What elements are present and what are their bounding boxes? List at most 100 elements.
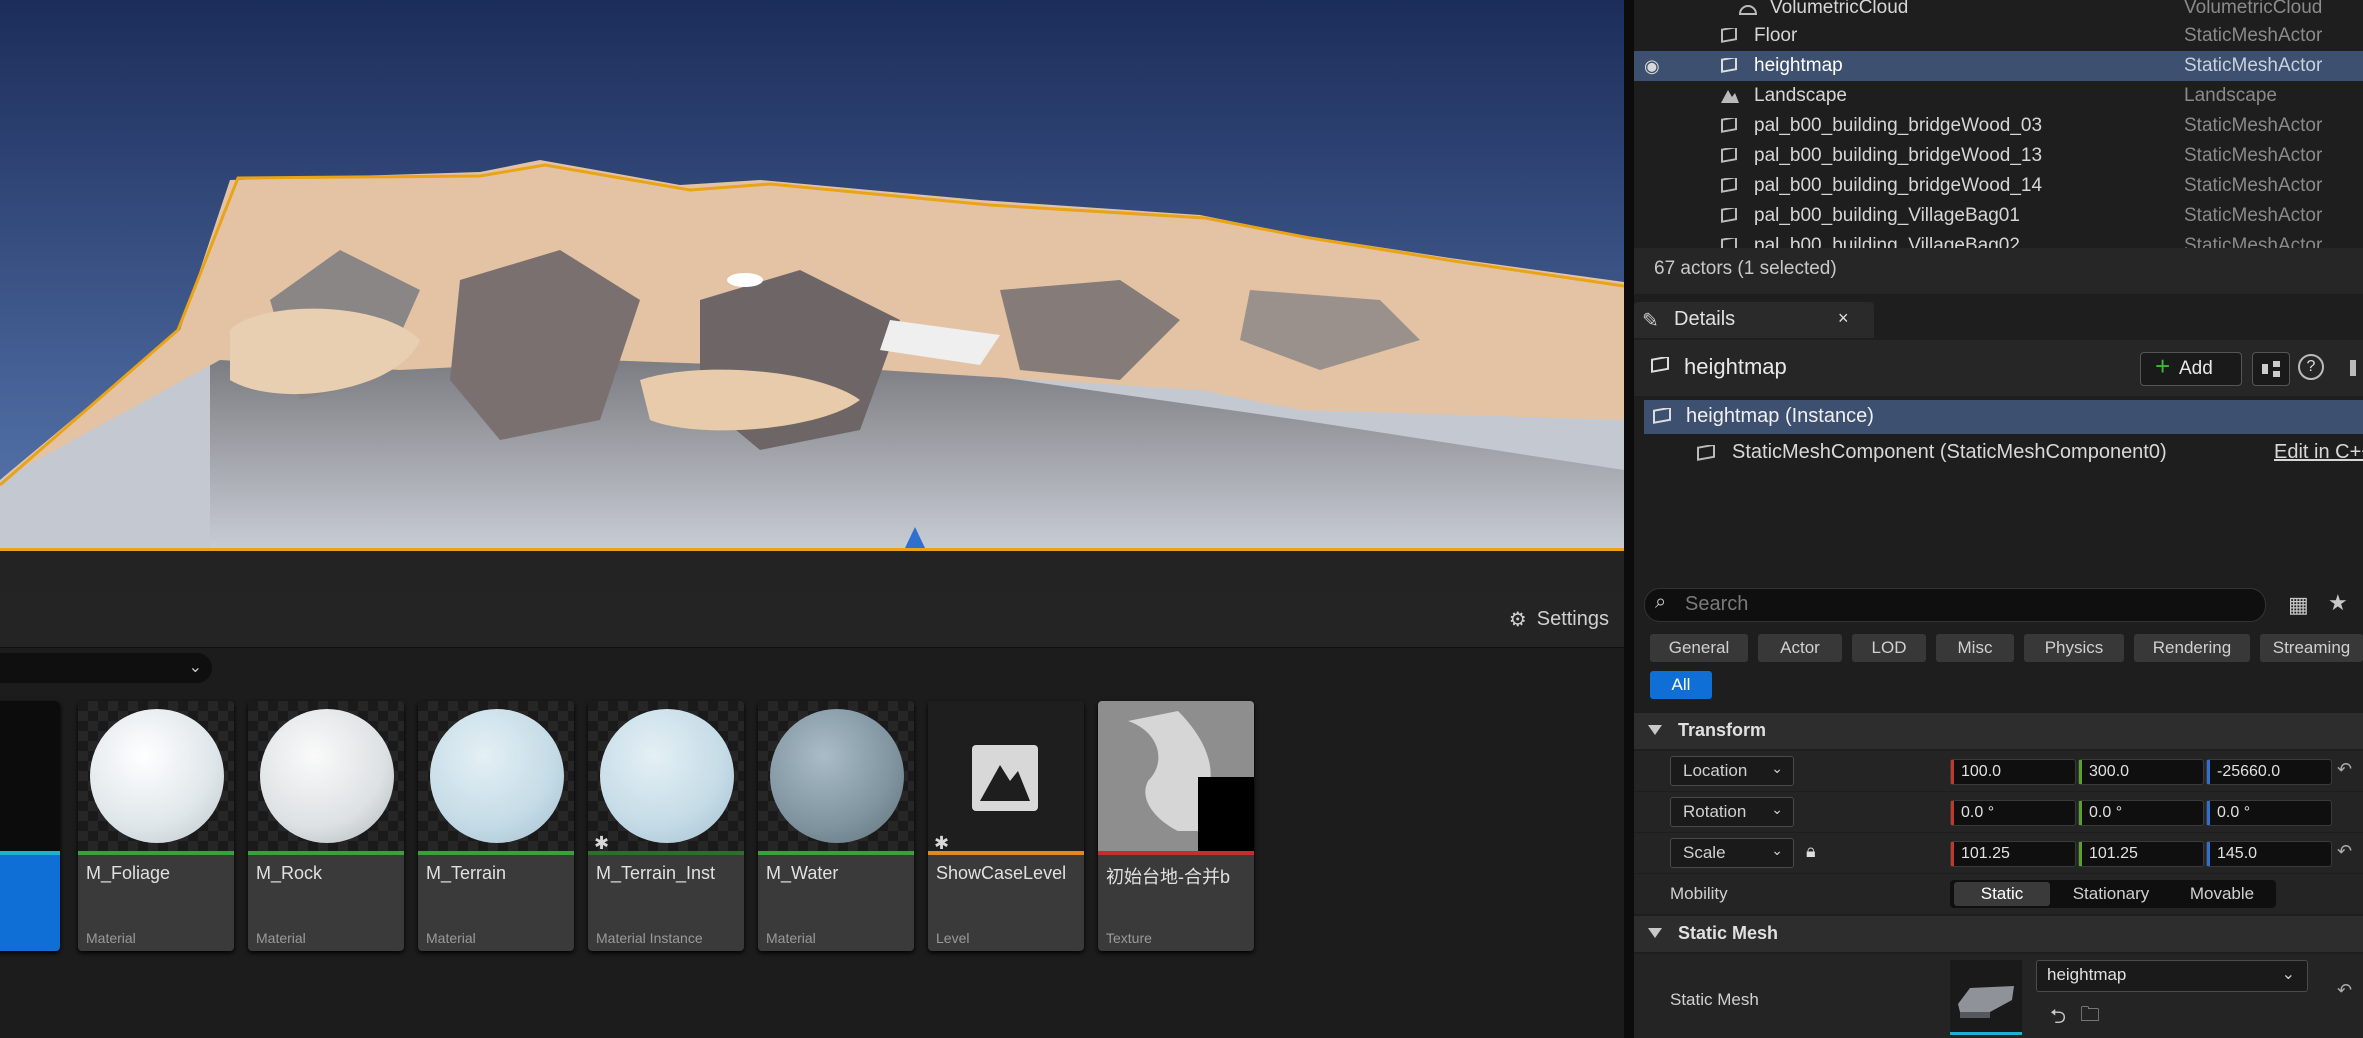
- asset-thumbnail: [0, 701, 60, 851]
- asset-type-bar: [78, 851, 234, 855]
- static-mesh-row: Static Mesh heightmap ⌄ ⮌ 🗀︎ ↶: [1634, 954, 2363, 1038]
- outliner-row[interactable]: Floor StaticMeshActor: [1634, 21, 2363, 51]
- terrain-render: [0, 0, 1624, 548]
- content-browser-toolbar: ⚙ Settings: [0, 591, 1624, 648]
- details-tab-title: Details: [1674, 308, 1736, 330]
- material-sphere: [260, 709, 394, 843]
- asset-tile[interactable]: M_Foliage Material: [78, 701, 234, 951]
- scale-x-field[interactable]: 101.25: [1950, 841, 2076, 867]
- chevron-down-icon: ⌄: [2281, 966, 2295, 983]
- static-mesh-section-header[interactable]: Static Mesh: [1634, 916, 2363, 952]
- asset-name: M_Water: [766, 863, 839, 883]
- outliner-row[interactable]: VolumetricCloud VolumetricCloud: [1634, 0, 2363, 23]
- asset-tile[interactable]: M_Rock Material: [248, 701, 404, 951]
- static-mesh-thumbnail[interactable]: [1950, 960, 2022, 1035]
- scale-z-field[interactable]: 145.0: [2206, 841, 2332, 867]
- details-tab[interactable]: ✎ Details ×: [1634, 302, 1874, 338]
- x-axis-marker: [1951, 760, 1954, 784]
- asset-type-bar: [248, 851, 404, 855]
- asset-name: M_Terrain: [426, 863, 507, 883]
- path-dropdown[interactable]: ⌄: [0, 653, 212, 683]
- outliner-row-type: StaticMeshActor: [2184, 55, 2323, 76]
- rotation-x-field[interactable]: 0.0 °: [1950, 800, 2076, 826]
- mobility-static-button[interactable]: Static: [1954, 882, 2050, 906]
- static-mesh-dropdown[interactable]: heightmap ⌄: [2036, 960, 2308, 992]
- mobility-movable-button[interactable]: Movable: [2172, 882, 2272, 906]
- table-view-icon[interactable]: ▦: [2288, 592, 2309, 618]
- filter-chip-actor[interactable]: Actor: [1758, 634, 1842, 662]
- asset-type: Material Instance: [596, 930, 703, 946]
- outliner-row[interactable]: Landscape Landscape: [1634, 81, 2363, 111]
- transform-section-header[interactable]: Transform: [1634, 713, 2363, 749]
- panel-splitter[interactable]: [1624, 0, 1634, 1038]
- outliner-row[interactable]: pal_b00_building_VillageBag02 StaticMesh…: [1634, 231, 2363, 248]
- filter-chip-rendering[interactable]: Rendering: [2134, 634, 2250, 662]
- visibility-eye-icon[interactable]: ◉: [1644, 56, 1660, 77]
- scale-dropdown[interactable]: Scale ⌄: [1670, 838, 1794, 868]
- component-root-row[interactable]: heightmap (Instance): [1644, 400, 2363, 434]
- mobility-stationary-button[interactable]: Stationary: [2054, 882, 2168, 906]
- scale-x-value: 101.25: [1961, 845, 2010, 862]
- location-x-field[interactable]: 100.0: [1950, 759, 2076, 785]
- level-viewport[interactable]: [0, 0, 1624, 551]
- reset-icon[interactable]: ↶: [2337, 841, 2352, 862]
- location-row: Location ⌄ 100.0 300.0 -25660.0 ↶: [1634, 751, 2363, 791]
- rotation-z-field[interactable]: 0.0 °: [2206, 800, 2332, 826]
- x-axis-marker: [1951, 842, 1954, 866]
- rotation-y-field[interactable]: 0.0 °: [2078, 800, 2204, 826]
- outliner-row-label: pal_b00_building_bridgeWood_13: [1754, 145, 2043, 166]
- filter-chip-physics[interactable]: Physics: [2024, 634, 2124, 662]
- asset-type-bar: [0, 851, 60, 855]
- lock-icon[interactable]: 🔒︎: [1806, 841, 1816, 862]
- outliner-row-label: pal_b00_building_bridgeWood_14: [1754, 175, 2043, 196]
- location-dropdown[interactable]: Location ⌄: [1670, 756, 1794, 786]
- rotation-label: Rotation: [1683, 802, 1747, 821]
- rotation-x-value: 0.0 °: [1961, 804, 1995, 821]
- asset-type: Material: [426, 930, 476, 946]
- outliner-row-label: pal_b00_building_VillageBag01: [1754, 205, 2020, 226]
- section-title: Static Mesh: [1678, 923, 1779, 943]
- asset-tile-selected[interactable]: [0, 701, 60, 951]
- details-search-input[interactable]: ⌕ Search: [1644, 588, 2266, 622]
- asset-tile[interactable]: 初始台地-合并b Texture: [1098, 701, 1254, 951]
- asset-tile[interactable]: ✱ ShowCaseLevel Level: [928, 701, 1084, 951]
- y-axis-marker: [2079, 801, 2082, 825]
- outliner-row[interactable]: pal_b00_building_bridgeWood_13 StaticMes…: [1634, 141, 2363, 171]
- filter-chip-misc[interactable]: Misc: [1936, 634, 2014, 662]
- outliner-row[interactable]: pal_b00_building_bridgeWood_14 StaticMes…: [1634, 171, 2363, 201]
- add-component-button[interactable]: + Add: [2140, 351, 2242, 386]
- asset-tile[interactable]: ✱ M_Terrain_Inst Material Instance: [588, 701, 744, 951]
- component-row[interactable]: StaticMeshComponent (StaticMeshComponent…: [1644, 436, 2363, 470]
- browse-folder-icon[interactable]: 🗀︎: [2080, 1000, 2100, 1034]
- reset-icon[interactable]: ↶: [2337, 980, 2352, 1001]
- scale-y-field[interactable]: 101.25: [2078, 841, 2204, 867]
- asset-name: 初始台地-合并b: [1106, 867, 1231, 887]
- close-icon[interactable]: ×: [1838, 308, 1849, 329]
- help-icon[interactable]: ?: [2298, 354, 2324, 380]
- expand-arrow-icon: [1648, 725, 1662, 735]
- asset-tile[interactable]: M_Terrain Material: [418, 701, 574, 951]
- settings-button[interactable]: ⚙ Settings: [1509, 605, 1609, 633]
- outliner-row-label: Floor: [1754, 25, 1798, 46]
- location-z-field[interactable]: -25660.0: [2206, 759, 2332, 785]
- outliner-row[interactable]: pal_b00_building_VillageBag01 StaticMesh…: [1634, 201, 2363, 231]
- filter-chip-all[interactable]: All: [1650, 671, 1712, 699]
- outliner-row[interactable]: pal_b00_building_bridgeWood_03 StaticMes…: [1634, 111, 2363, 141]
- use-selected-icon[interactable]: ⮌: [2050, 1002, 2066, 1036]
- material-sphere: [90, 709, 224, 843]
- location-y-field[interactable]: 300.0: [2078, 759, 2204, 785]
- asset-tile[interactable]: M_Water Material: [758, 701, 914, 951]
- filter-chip-lod[interactable]: LOD: [1852, 634, 1926, 662]
- rotation-dropdown[interactable]: Rotation ⌄: [1670, 797, 1794, 827]
- scale-z-value: 145.0: [2217, 845, 2258, 862]
- filter-chip-general[interactable]: General: [1650, 634, 1748, 662]
- edit-in-cpp-link[interactable]: Edit in C++: [2274, 441, 2363, 464]
- star-icon[interactable]: ★: [2328, 590, 2348, 616]
- filter-chip-streaming[interactable]: Streaming: [2260, 634, 2363, 662]
- blueprint-button[interactable]: [2252, 352, 2290, 386]
- reset-icon[interactable]: ↶: [2337, 759, 2352, 780]
- outliner-row-type: StaticMeshActor: [2184, 205, 2323, 226]
- overflow-icon[interactable]: [2350, 360, 2356, 376]
- outliner-row-selected[interactable]: ◉ heightmap StaticMeshActor: [1634, 51, 2363, 81]
- actor-name: heightmap: [1684, 354, 1787, 379]
